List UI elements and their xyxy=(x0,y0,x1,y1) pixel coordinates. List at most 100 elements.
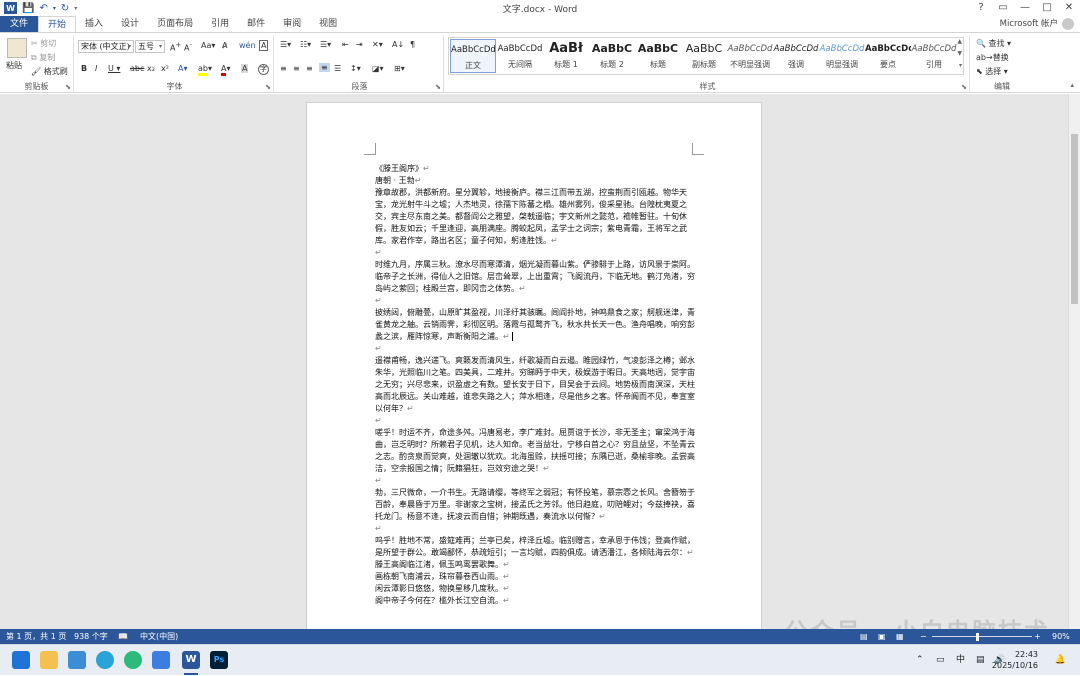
underline-icon[interactable]: U ▾ xyxy=(108,64,120,73)
tab-design[interactable]: 设计 xyxy=(112,16,148,32)
redo-icon[interactable]: ↻ xyxy=(61,3,69,14)
document-page[interactable]: 《滕王阁序》↵ 唐朝 · 王勃↵ 豫章故郡，洪都新府。星分翼轸，地接衡庐。襟三江… xyxy=(306,102,762,632)
file-explorer-icon[interactable] xyxy=(40,651,58,669)
chinese-layout-icon[interactable]: ✕▾ xyxy=(372,40,383,49)
word-taskbar-icon[interactable]: W xyxy=(182,651,200,669)
clear-formatting-icon[interactable]: A̷ xyxy=(222,41,227,50)
gallery-scroll-down-icon[interactable]: ▼ xyxy=(957,50,962,57)
style-title[interactable]: AaBbC 标题 xyxy=(635,39,681,73)
proofing-icon[interactable]: 📖 xyxy=(118,629,128,644)
style-heading-2[interactable]: AaBbC 标题 2 xyxy=(589,39,635,73)
grow-font-icon[interactable]: A+ xyxy=(170,41,181,53)
help-button[interactable]: ? xyxy=(970,0,992,16)
character-shading-icon[interactable]: A xyxy=(241,64,249,73)
zoom-slider[interactable] xyxy=(932,636,1032,637)
minimize-button[interactable]: — xyxy=(1014,0,1036,16)
collapse-ribbon-icon[interactable]: ▴ xyxy=(1070,81,1074,89)
increase-indent-icon[interactable]: ⇥ xyxy=(356,40,363,49)
strikethrough-icon[interactable]: abc xyxy=(130,64,144,73)
photos-icon[interactable] xyxy=(68,651,86,669)
save-icon[interactable]: 💾 xyxy=(22,3,34,14)
bold-icon[interactable]: B xyxy=(81,64,87,73)
undo-dropdown-icon[interactable]: ▾ xyxy=(53,5,56,12)
bullets-icon[interactable]: ☰▾ xyxy=(280,40,291,49)
text-effects-icon[interactable]: A▾ xyxy=(178,64,188,73)
align-right-icon[interactable]: ≡ xyxy=(306,64,313,73)
distributed-icon[interactable]: ☰ xyxy=(334,64,341,73)
style-emphasis[interactable]: AaBbCcDd 强调 xyxy=(773,39,819,73)
phonetic-guide-icon[interactable]: wén xyxy=(239,41,256,50)
tab-file[interactable]: 文件 xyxy=(0,16,39,32)
cut-button[interactable]: ✂ 剪切 xyxy=(31,38,56,49)
decrease-indent-icon[interactable]: ⇤ xyxy=(342,40,349,49)
replace-button[interactable]: ab→替换 xyxy=(976,52,1009,63)
paste-button[interactable]: 粘贴 xyxy=(6,60,22,71)
copy-button[interactable]: ⧉ 复制 xyxy=(31,52,55,63)
style-normal[interactable]: AaBbCcDd 正文 xyxy=(450,39,496,73)
gallery-more-icon[interactable]: ▾ xyxy=(959,62,962,69)
edge-icon[interactable] xyxy=(96,651,114,669)
select-button[interactable]: ⬉ 选择 ▾ xyxy=(976,66,1008,77)
highlight-icon[interactable]: ab▾ xyxy=(198,64,212,76)
zoom-level[interactable]: 90% xyxy=(1052,629,1070,644)
change-case-icon[interactable]: Aa▾ xyxy=(201,41,215,50)
web-layout-icon[interactable]: ▦ xyxy=(896,629,904,644)
find-button[interactable]: 🔍 查找 ▾ xyxy=(976,38,1011,49)
vertical-scrollbar[interactable] xyxy=(1068,94,1080,629)
print-layout-icon[interactable]: ▣ xyxy=(878,629,886,644)
enclose-characters-icon[interactable]: 字 xyxy=(258,64,269,75)
paragraph-launcher-icon[interactable]: ⬊ xyxy=(435,83,441,91)
document-body[interactable]: 《滕王阁序》↵ 唐朝 · 王勃↵ 豫章故郡，洪都新府。星分翼轸，地接衡庐。襟三江… xyxy=(375,163,697,607)
avatar[interactable] xyxy=(1062,18,1074,30)
tab-mailings[interactable]: 邮件 xyxy=(238,16,274,32)
font-name-combo[interactable]: 宋体 (中文正) ▾ xyxy=(78,40,134,53)
format-painter-button[interactable]: 🖌 格式刷 xyxy=(31,66,68,77)
undo-icon[interactable]: ↶ xyxy=(39,3,47,14)
font-size-combo[interactable]: 五号 ▾ xyxy=(135,40,165,53)
style-heading-1[interactable]: AaBł 标题 1 xyxy=(543,39,589,73)
ime-indicator[interactable]: 中 xyxy=(956,645,965,676)
notification-icon[interactable]: 🔔 xyxy=(1055,645,1066,676)
justify-icon[interactable]: ≡ xyxy=(319,63,330,72)
sort-icon[interactable]: A↓ xyxy=(392,40,404,49)
show-formatting-icon[interactable]: ¶ xyxy=(410,40,415,49)
word-count[interactable]: 938 个字 xyxy=(74,629,108,644)
style-subtitle[interactable]: AaBbC 副标题 xyxy=(681,39,727,73)
italic-icon[interactable]: I xyxy=(95,64,97,73)
paste-icon[interactable] xyxy=(7,38,27,58)
language-indicator[interactable]: 中文(中国) xyxy=(140,629,178,644)
styles-launcher-icon[interactable]: ⬊ xyxy=(961,83,967,91)
page-count[interactable]: 第 1 页，共 1 页 xyxy=(6,629,66,644)
photoshop-icon[interactable]: Ps xyxy=(210,651,228,669)
gallery-scroll-up-icon[interactable]: ▲ xyxy=(957,38,962,45)
customize-qat-icon[interactable]: ▾ xyxy=(74,5,77,12)
windows-start-icon[interactable] xyxy=(12,651,30,669)
clipboard-launcher-icon[interactable]: ⬊ xyxy=(65,83,71,91)
character-border-icon[interactable]: A xyxy=(259,40,269,51)
font-color-icon[interactable]: A▾ xyxy=(221,64,231,76)
line-spacing-icon[interactable]: ↕▾ xyxy=(350,64,361,73)
align-center-icon[interactable]: ≡ xyxy=(293,64,300,73)
browser-icon[interactable] xyxy=(124,651,142,669)
style-intense-emphasis[interactable]: AaBbCcDd 明显强调 xyxy=(819,39,865,73)
align-left-icon[interactable]: ≡ xyxy=(280,64,287,73)
tray-app-icon[interactable]: ▭ xyxy=(936,645,945,676)
shrink-font-icon[interactable]: A- xyxy=(184,41,192,53)
style-quote[interactable]: AaBbCcDd 引用 xyxy=(911,39,957,73)
word-logo-icon[interactable]: W xyxy=(4,2,17,14)
superscript-icon[interactable]: x² xyxy=(161,64,169,73)
show-hidden-icons-icon[interactable]: ⌃ xyxy=(916,645,924,676)
app-icon[interactable] xyxy=(152,651,170,669)
zoom-out-icon[interactable]: − xyxy=(920,629,927,644)
style-subtle-emphasis[interactable]: AaBbCcDd 不明显强调 xyxy=(727,39,773,73)
borders-icon[interactable]: ⊞▾ xyxy=(394,64,405,73)
tab-review[interactable]: 审阅 xyxy=(274,16,310,32)
zoom-slider-thumb[interactable] xyxy=(976,633,979,641)
maximize-button[interactable]: □ xyxy=(1036,0,1058,16)
style-strong[interactable]: AaBbCcDd 要点 xyxy=(865,39,911,73)
clock[interactable]: 22:43 2025/10/16 xyxy=(992,649,1038,671)
account-name[interactable]: Microsoft 帐户 xyxy=(1000,16,1058,32)
ribbon-display-options-button[interactable]: ▭ xyxy=(992,0,1014,16)
tab-insert[interactable]: 插入 xyxy=(76,16,112,32)
read-mode-icon[interactable]: ▤ xyxy=(860,629,868,644)
